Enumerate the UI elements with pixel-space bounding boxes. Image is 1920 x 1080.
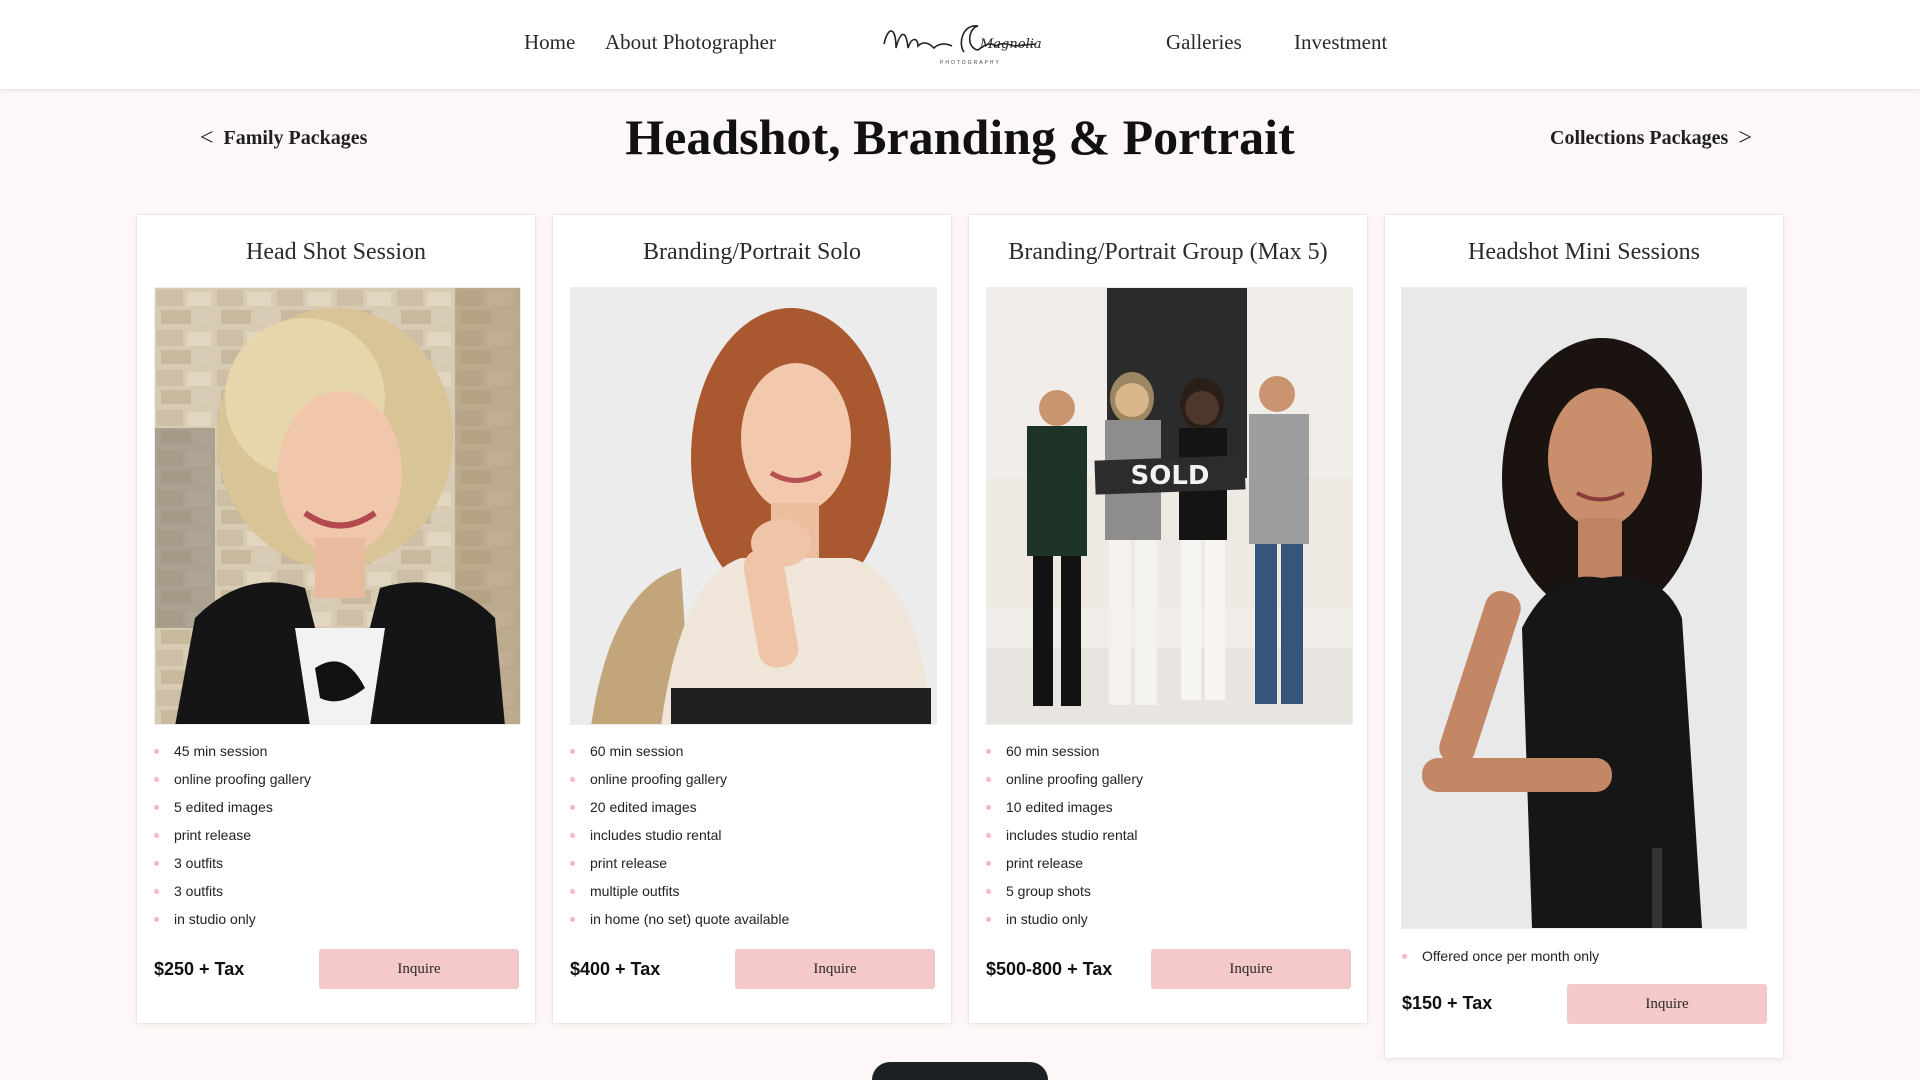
list-item: in home (no set) quote available (570, 905, 789, 933)
package-price: $150 + Tax (1402, 993, 1493, 1013)
list-item: online proofing gallery (986, 765, 1143, 793)
list-item: 3 outfits (154, 877, 311, 905)
logo-script-text: Magnolia Coasts (979, 37, 1042, 52)
package-price: $500-800 + Tax (986, 959, 1113, 979)
card-title: Head Shot Session (246, 239, 426, 265)
feature-list: Offered once per month only (1402, 942, 1599, 970)
list-item: online proofing gallery (154, 765, 311, 793)
next-page-link[interactable]: Collections Packages > (1550, 126, 1752, 150)
package-photo (570, 287, 937, 725)
list-item: 45 min session (154, 737, 311, 765)
list-item: multiple outfits (570, 877, 789, 905)
next-page-label: Collections Packages (1550, 126, 1729, 149)
floating-toolbar[interactable] (872, 1062, 1048, 1080)
list-item: 20 edited images (570, 793, 789, 821)
chevron-right-icon: > (1738, 125, 1752, 151)
package-photo (154, 287, 521, 725)
list-item: print release (154, 821, 311, 849)
card-title: Headshot Mini Sessions (1467, 239, 1700, 265)
site-logo[interactable]: Magnolia Coasts PHOTOGRAPHY (878, 14, 1042, 70)
card-title: Branding/Portrait Solo (643, 239, 861, 265)
list-item: in studio only (986, 905, 1143, 933)
list-item: 60 min session (986, 737, 1143, 765)
site-header: Home About Photographer Magnolia Coasts … (0, 0, 1920, 89)
list-item: 3 outfits (154, 849, 311, 877)
inquire-button[interactable]: Inquire (319, 949, 519, 989)
list-item: print release (570, 849, 789, 877)
nav-about-link[interactable]: About Photographer (605, 30, 776, 55)
list-item: 5 group shots (986, 877, 1143, 905)
inquire-button[interactable]: Inquire (1151, 949, 1351, 989)
package-price: $400 + Tax (570, 959, 661, 979)
list-item: 5 edited images (154, 793, 311, 821)
inquire-button[interactable]: Inquire (1567, 984, 1767, 1024)
nav-investment-link[interactable]: Investment (1294, 30, 1387, 55)
package-card-branding-group: Branding/Portrait Group (Max 5) SOLD 60 … (968, 214, 1368, 1024)
nav-galleries-link[interactable]: Galleries (1166, 30, 1242, 55)
nav-home-link[interactable]: Home (524, 30, 575, 55)
list-item: includes studio rental (570, 821, 789, 849)
list-item: includes studio rental (986, 821, 1143, 849)
package-card-headshot-mini: Headshot Mini Sessions Offered once per … (1384, 214, 1784, 1059)
list-item: 60 min session (570, 737, 789, 765)
feature-list: 60 min session online proofing gallery 2… (570, 737, 789, 933)
package-photo (1401, 287, 1747, 929)
list-item: print release (986, 849, 1143, 877)
list-item: 10 edited images (986, 793, 1143, 821)
package-card-headshot: Head Shot Session 45 min session online … (136, 214, 536, 1024)
package-price: $250 + Tax (154, 959, 245, 979)
package-card-branding-solo: Branding/Portrait Solo 60 min session on… (552, 214, 952, 1024)
feature-list: 60 min session online proofing gallery 1… (986, 737, 1143, 933)
feature-list: 45 min session online proofing gallery 5… (154, 737, 311, 933)
list-item: Offered once per month only (1402, 942, 1599, 970)
list-item: in studio only (154, 905, 311, 933)
package-photo: SOLD (986, 287, 1353, 725)
logo-subtitle: PHOTOGRAPHY (940, 60, 1001, 66)
sold-sign-text: SOLD (1131, 461, 1210, 491)
card-title: Branding/Portrait Group (Max 5) (1008, 239, 1328, 265)
inquire-button[interactable]: Inquire (735, 949, 935, 989)
list-item: online proofing gallery (570, 765, 789, 793)
